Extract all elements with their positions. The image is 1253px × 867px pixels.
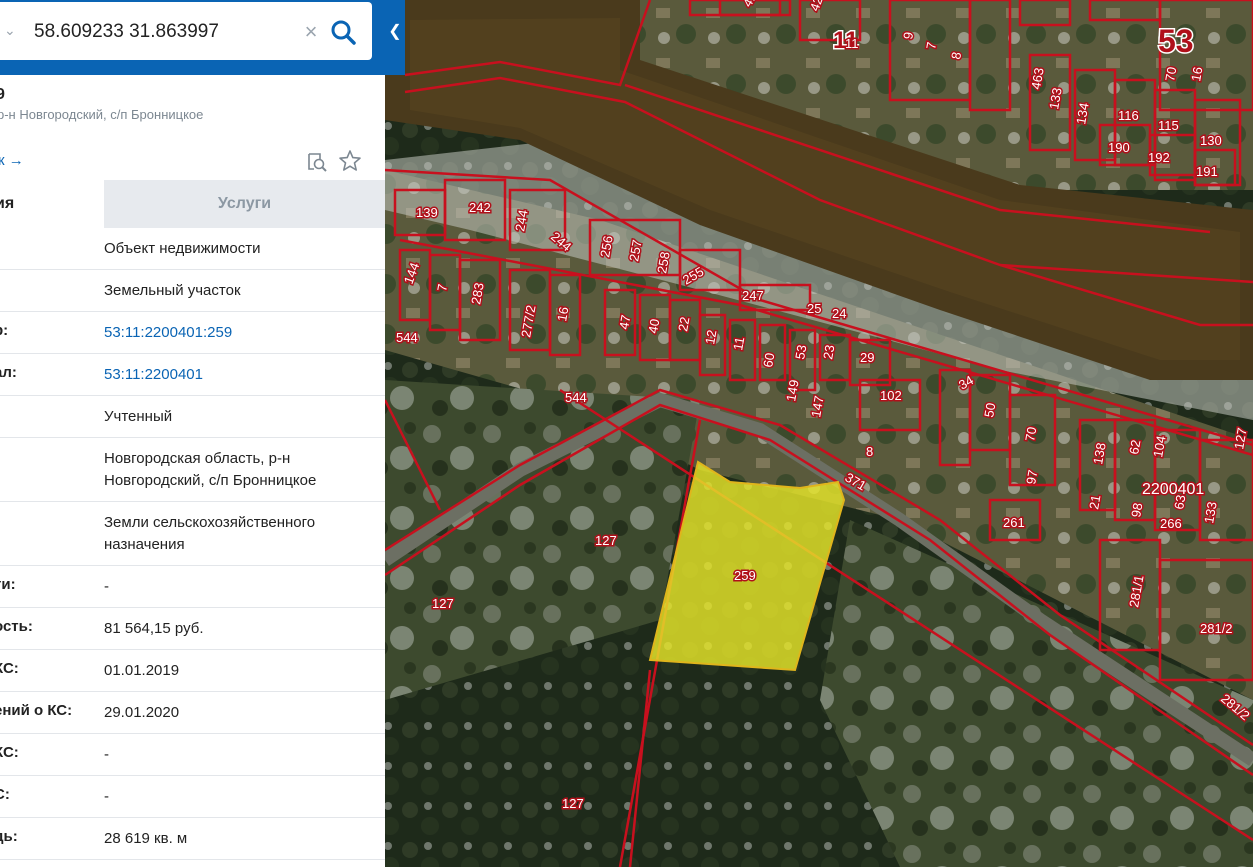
property-label: дь: [0,828,18,845]
property-value: - [104,578,109,595]
property-value-link[interactable]: 53:11:2200401:259 [104,322,374,344]
property-row: ений о КС: 29.01.2020 [0,692,385,734]
property-label: р: [0,322,9,339]
plot-number-label: 116 [1118,108,1139,123]
tab-services[interactable]: Услуги [104,180,385,228]
plot-number-label: 53 [792,344,809,361]
plot-number-label: 190 [1108,140,1130,155]
plot-number-label: 8 [866,444,873,459]
plot-number-label: 63 [1171,494,1188,511]
plot-number-label: 130 [1200,133,1222,148]
plot-number-label: 11 [845,36,859,51]
plot-number-label: 247 [742,288,764,303]
zoom-to-object-icon[interactable] [306,151,328,173]
property-label: КС: [0,660,19,677]
plot-number-label: 98 [1128,502,1145,519]
property-row: Учтенный [0,396,385,438]
property-row: ость: 81 564,15 руб. [0,608,385,650]
property-value: - [104,788,109,805]
tab-bar: ия Услуги [0,180,385,228]
plot-number-label: 11 [730,336,747,352]
plot-number-label: 16 [554,306,571,323]
plot-number-label: 266 [1160,516,1182,531]
property-label: ений о КС: [0,702,73,719]
property-value: Новгородская область, р-н Новгородский, … [104,450,317,489]
property-table: Объект недвижимости Земельный участок р: 53… [0,228,385,860]
property-row: ти: - [0,566,385,608]
plot-number-label: 25 [807,301,821,316]
plot-number-label: 544 [396,330,418,345]
property-row: Земли сельскохозяйственного назначения [0,502,385,566]
plot-number-label: 127 [562,796,584,811]
search-box: ⌄ × [0,2,372,60]
plot-number-label: 544 [565,390,587,405]
property-label: ость: [0,618,33,635]
parcel-259-label: 259 [734,568,756,583]
plot-number-label: 62 [1126,439,1143,456]
plot-number-label: 261 [1003,515,1025,530]
plot-number-label: 47 [616,314,633,331]
info-panel: 9 р-н Новгородский, с/п Бронницкое к → и… [0,0,385,867]
search-icon[interactable] [328,16,358,48]
plot-number-label: 70 [1162,66,1179,83]
property-value: Объект недвижимости [104,240,261,257]
plot-number-label: 191 [1196,164,1218,179]
plot-number-label: 22 [675,316,692,333]
property-value-link[interactable]: 53:11:2200401 [104,364,374,386]
plot-number-label: 115 [1158,118,1179,133]
property-value: 01.01.2019 [104,662,180,679]
plot-number-label: 70 [1022,426,1039,443]
plot-number-label: 192 [1148,150,1170,165]
object-link[interactable]: к → [0,152,24,169]
property-value: 28 619 кв. м [104,830,188,847]
property-value: - [104,746,109,763]
property-value: Учтенный [104,408,173,425]
property-label: С: [0,786,10,803]
plot-number-label: 40 [645,318,662,335]
district-label-53: 53 [1158,23,1194,59]
plot-number-label: 97 [1023,469,1040,486]
property-label: КС: [0,744,19,761]
property-label: ал: [0,364,17,381]
tab-info[interactable]: ия [0,180,104,228]
plot-number-label: 16 [1188,66,1205,83]
property-row: Объект недвижимости [0,228,385,270]
plot-number-label: 281/2 [1200,621,1233,636]
property-value: 81 564,15 руб. [104,620,204,637]
object-title: 9 [0,86,5,103]
search-bar: ⌄ × ❮ [0,0,405,75]
property-value: 29.01.2020 [104,704,180,721]
property-row: ал: 53:11:2200401 [0,354,385,396]
plot-number-label: 139 [416,205,438,220]
object-subtitle: р-н Новгородский, с/п Бронницкое [0,107,204,122]
plot-number-label: 29 [860,350,874,365]
collapse-panel-chevron-icon[interactable]: ❮ [385,20,405,44]
plot-number-label: 23 [820,344,837,361]
property-row: р: 53:11:2200401:259 [0,312,385,354]
plot-number-label: 12 [702,329,719,346]
plot-number-label: 242 [469,200,491,215]
property-row: КС: 01.01.2019 [0,650,385,692]
property-row: Новгородская область, р-н Новгородский, … [0,438,385,502]
plot-number-label: 102 [880,388,902,403]
property-value: Земельный участок [104,282,241,299]
clear-search-button[interactable]: × [300,18,322,46]
plot-number-label: 50 [981,402,998,419]
property-row: С: - [0,776,385,818]
favorite-star-icon[interactable] [338,149,362,173]
property-value: Земли сельскохозяйственного назначения [104,514,316,553]
plot-number-label: 24 [832,306,846,321]
plot-number-label: 60 [760,352,777,369]
search-input[interactable] [34,18,284,46]
plot-number-label: 127 [595,533,617,548]
property-label: ти: [0,576,16,593]
property-row: Земельный участок [0,270,385,312]
property-row: дь: 28 619 кв. м [0,818,385,860]
plot-number-label: 21 [1086,494,1103,511]
property-row: КС: - [0,734,385,776]
chevron-down-icon[interactable]: ⌄ [4,22,20,42]
plot-number-label: 127 [432,596,454,611]
